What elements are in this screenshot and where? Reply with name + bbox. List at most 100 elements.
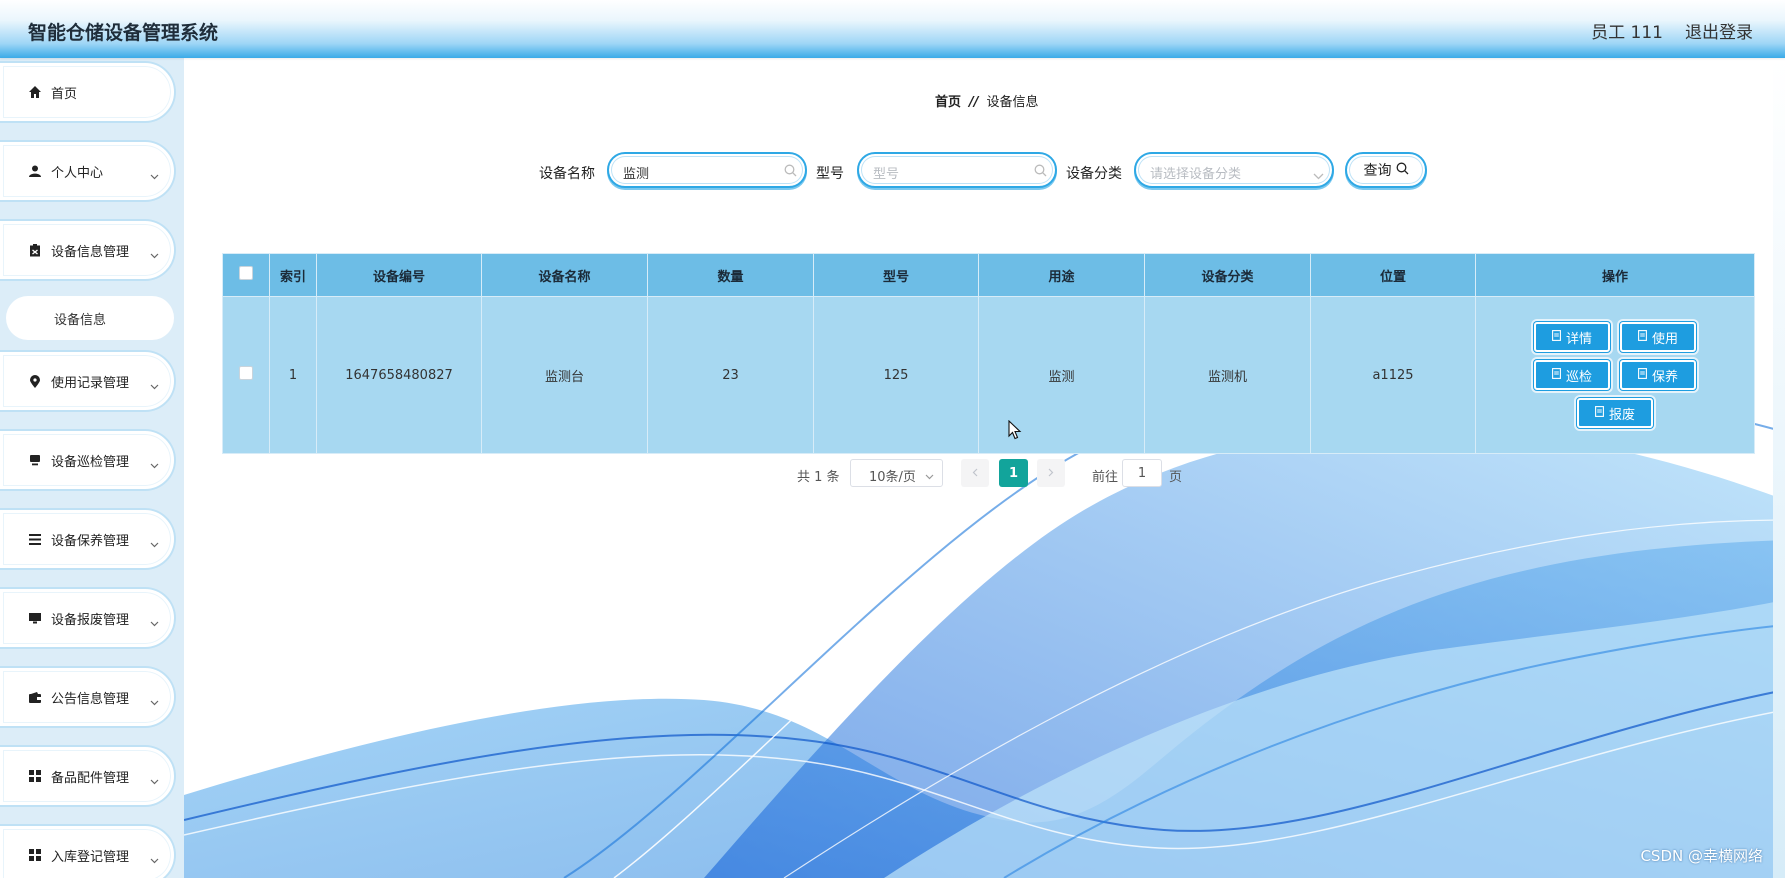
detail-button[interactable]: 详情 — [1534, 322, 1610, 352]
grid-icon — [27, 768, 43, 784]
use-button[interactable]: 使用 — [1620, 322, 1696, 352]
row-select-cell — [222, 296, 270, 454]
document-icon — [1552, 367, 1561, 383]
sidebar-item-label: 设备信息管理 — [51, 244, 130, 260]
column-header: 设备名称 — [481, 253, 648, 297]
sidebar-item-usage-records[interactable]: 使用记录管理 — [0, 352, 174, 410]
clipboard-icon — [27, 242, 43, 258]
page-size-value: 10条/页 — [869, 470, 916, 485]
sidebar-item-label: 设备巡检管理 — [51, 454, 130, 470]
user-icon — [27, 163, 43, 179]
column-header: 设备分类 — [1144, 253, 1311, 297]
top-header: 智能仓储设备管理系统 员工 111 退出登录 — [0, 0, 1785, 58]
current-user[interactable]: 员工 111 — [1591, 18, 1663, 43]
search-bar: 设备名称 监测 型号 型号 设备分类 请选择设备分类 查询 — [0, 152, 1785, 192]
search-icon — [1034, 162, 1047, 181]
goto-label: 前往 — [1092, 470, 1119, 485]
cell-device-code: 1647658480827 — [316, 296, 482, 454]
page-size-select[interactable]: 10条/页 — [850, 459, 943, 487]
list-icon — [27, 531, 43, 547]
grid-icon — [27, 847, 43, 863]
column-header: 型号 — [813, 253, 979, 297]
column-header: 操作 — [1475, 253, 1755, 297]
sidebar-item-scrap[interactable]: 设备报废管理 — [0, 589, 174, 647]
wallet-icon — [27, 689, 43, 705]
goto-page-input[interactable]: 1 — [1122, 459, 1162, 487]
breadcrumb: 首页 // 设备信息 — [935, 91, 1039, 110]
model-label: 型号 — [816, 166, 844, 182]
device-name-label: 设备名称 — [539, 166, 595, 182]
table-row: 1 1647658480827 监测台 23 125 监测 监测机 a1125 … — [222, 296, 1755, 454]
document-icon — [1595, 405, 1604, 421]
row-checkbox[interactable] — [239, 366, 253, 380]
cell-usage: 监测 — [978, 296, 1145, 454]
chevron-right-icon — [1048, 466, 1054, 481]
sidebar-item-label: 个人中心 — [51, 165, 104, 181]
sidebar-item-inspection[interactable]: 设备巡检管理 — [0, 431, 174, 489]
chevron-down-icon — [150, 454, 159, 473]
page-suffix: 页 — [1169, 470, 1183, 485]
query-button[interactable]: 查询 — [1345, 152, 1427, 188]
chevron-down-icon — [150, 244, 159, 263]
cell-actions: 详情 使用 巡检 保养 报废 — [1475, 296, 1755, 454]
sidebar-item-maintenance[interactable]: 设备保养管理 — [0, 510, 174, 568]
scrap-button[interactable]: 报废 — [1577, 398, 1653, 428]
header-user-area: 员工 111 退出登录 — [1591, 18, 1753, 43]
document-icon — [1638, 329, 1647, 345]
cell-location: a1125 — [1310, 296, 1476, 454]
maintain-button-label: 保养 — [1651, 369, 1678, 385]
watermark: CSDN @幸横网络 — [1640, 847, 1763, 865]
category-select[interactable]: 请选择设备分类 — [1134, 152, 1334, 188]
device-table: 索引 设备编号 设备名称 数量 型号 用途 设备分类 位置 操作 1 16476… — [222, 253, 1755, 454]
column-header: 设备编号 — [316, 253, 482, 297]
row-actions: 详情 使用 巡检 保养 报废 — [1530, 322, 1700, 428]
sidebar-item-spare-parts[interactable]: 备品配件管理 — [0, 747, 174, 805]
cell-category: 监测机 — [1144, 296, 1311, 454]
sidebar-item-label: 设备保养管理 — [51, 533, 130, 549]
column-header: 索引 — [269, 253, 317, 297]
page-number-current[interactable]: 1 — [999, 459, 1028, 487]
chevron-down-icon — [150, 533, 159, 552]
sidebar-item-personal-center[interactable]: 个人中心 — [0, 142, 174, 200]
location-pin-icon — [27, 373, 43, 389]
select-all-checkbox[interactable] — [239, 266, 253, 280]
maintain-button[interactable]: 保养 — [1620, 360, 1696, 390]
cell-index: 1 — [269, 296, 317, 454]
sidebar-item-label: 备品配件管理 — [51, 770, 130, 786]
select-all-cell — [222, 253, 270, 297]
next-page-button[interactable] — [1037, 459, 1065, 487]
sidebar-item-label: 入库登记管理 — [51, 849, 130, 865]
chevron-down-icon — [150, 691, 159, 710]
document-icon — [1638, 367, 1647, 383]
sidebar-item-label: 首页 — [51, 86, 78, 102]
column-header: 用途 — [978, 253, 1145, 297]
breadcrumb-home[interactable]: 首页 — [935, 95, 961, 110]
device-name-input[interactable]: 监测 — [607, 152, 807, 188]
chevron-down-icon — [150, 770, 159, 789]
sidebar-item-home[interactable]: 首页 — [0, 63, 174, 121]
total-count: 共 1 条 — [797, 470, 840, 485]
cell-model: 125 — [813, 296, 979, 454]
inspect-button-label: 巡检 — [1565, 369, 1592, 385]
breadcrumb-separator: // — [969, 95, 979, 110]
model-input[interactable]: 型号 — [857, 152, 1057, 188]
sidebar-subitem-device-info[interactable]: 设备信息 — [6, 296, 174, 340]
sidebar-item-device-info[interactable]: 设备信息管理 — [0, 221, 174, 279]
chevron-down-icon — [150, 375, 159, 394]
sidebar-item-label: 公告信息管理 — [51, 691, 130, 707]
monitor-icon — [27, 452, 43, 468]
sidebar-item-label: 设备报废管理 — [51, 612, 130, 628]
document-icon — [1552, 329, 1561, 345]
sidebar-item-stock-in[interactable]: 入库登记管理 — [0, 826, 174, 878]
mouse-cursor-icon — [1008, 420, 1022, 440]
sidebar-item-announcements[interactable]: 公告信息管理 — [0, 668, 174, 726]
pagination: 共 1 条 10条/页 1 前往 1 页 — [0, 459, 1785, 487]
prev-page-button[interactable] — [961, 459, 989, 487]
sidebar-item-label: 使用记录管理 — [51, 375, 130, 391]
inspect-button[interactable]: 巡检 — [1534, 360, 1610, 390]
logout-link[interactable]: 退出登录 — [1685, 18, 1753, 43]
cell-quantity: 23 — [647, 296, 814, 454]
table-header-row: 索引 设备编号 设备名称 数量 型号 用途 设备分类 位置 操作 — [222, 253, 1755, 297]
sidebar: 首页 个人中心 设备信息管理 设备信息 使用记录管理 设备巡检管理 设备保养管理… — [0, 58, 184, 878]
category-label: 设备分类 — [1066, 166, 1122, 182]
